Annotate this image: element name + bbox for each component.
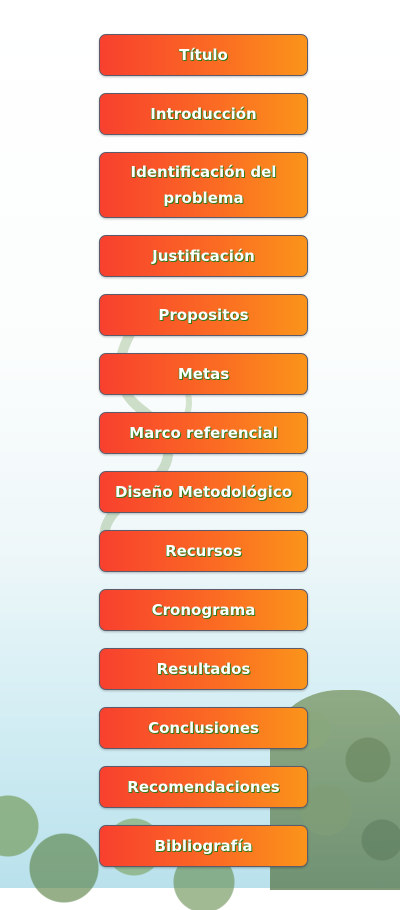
- section-menu: Título Introducción Identificación del p…: [99, 34, 308, 884]
- menu-button-marco-referencial[interactable]: Marco referencial: [99, 412, 308, 454]
- menu-button-metas[interactable]: Metas: [99, 353, 308, 395]
- menu-button-conclusiones[interactable]: Conclusiones: [99, 707, 308, 749]
- menu-button-bibliografia[interactable]: Bibliografía: [99, 825, 308, 867]
- menu-button-diseno-metodologico[interactable]: Diseño Metodológico: [99, 471, 308, 513]
- menu-button-cronograma[interactable]: Cronograma: [99, 589, 308, 631]
- menu-button-resultados[interactable]: Resultados: [99, 648, 308, 690]
- menu-button-identificacion-problema[interactable]: Identificación del problema: [99, 152, 308, 218]
- menu-button-titulo[interactable]: Título: [99, 34, 308, 76]
- menu-button-justificacion[interactable]: Justificación: [99, 235, 308, 277]
- menu-button-introduccion[interactable]: Introducción: [99, 93, 308, 135]
- menu-button-recomendaciones[interactable]: Recomendaciones: [99, 766, 308, 808]
- menu-button-propositos[interactable]: Propositos: [99, 294, 308, 336]
- menu-button-recursos[interactable]: Recursos: [99, 530, 308, 572]
